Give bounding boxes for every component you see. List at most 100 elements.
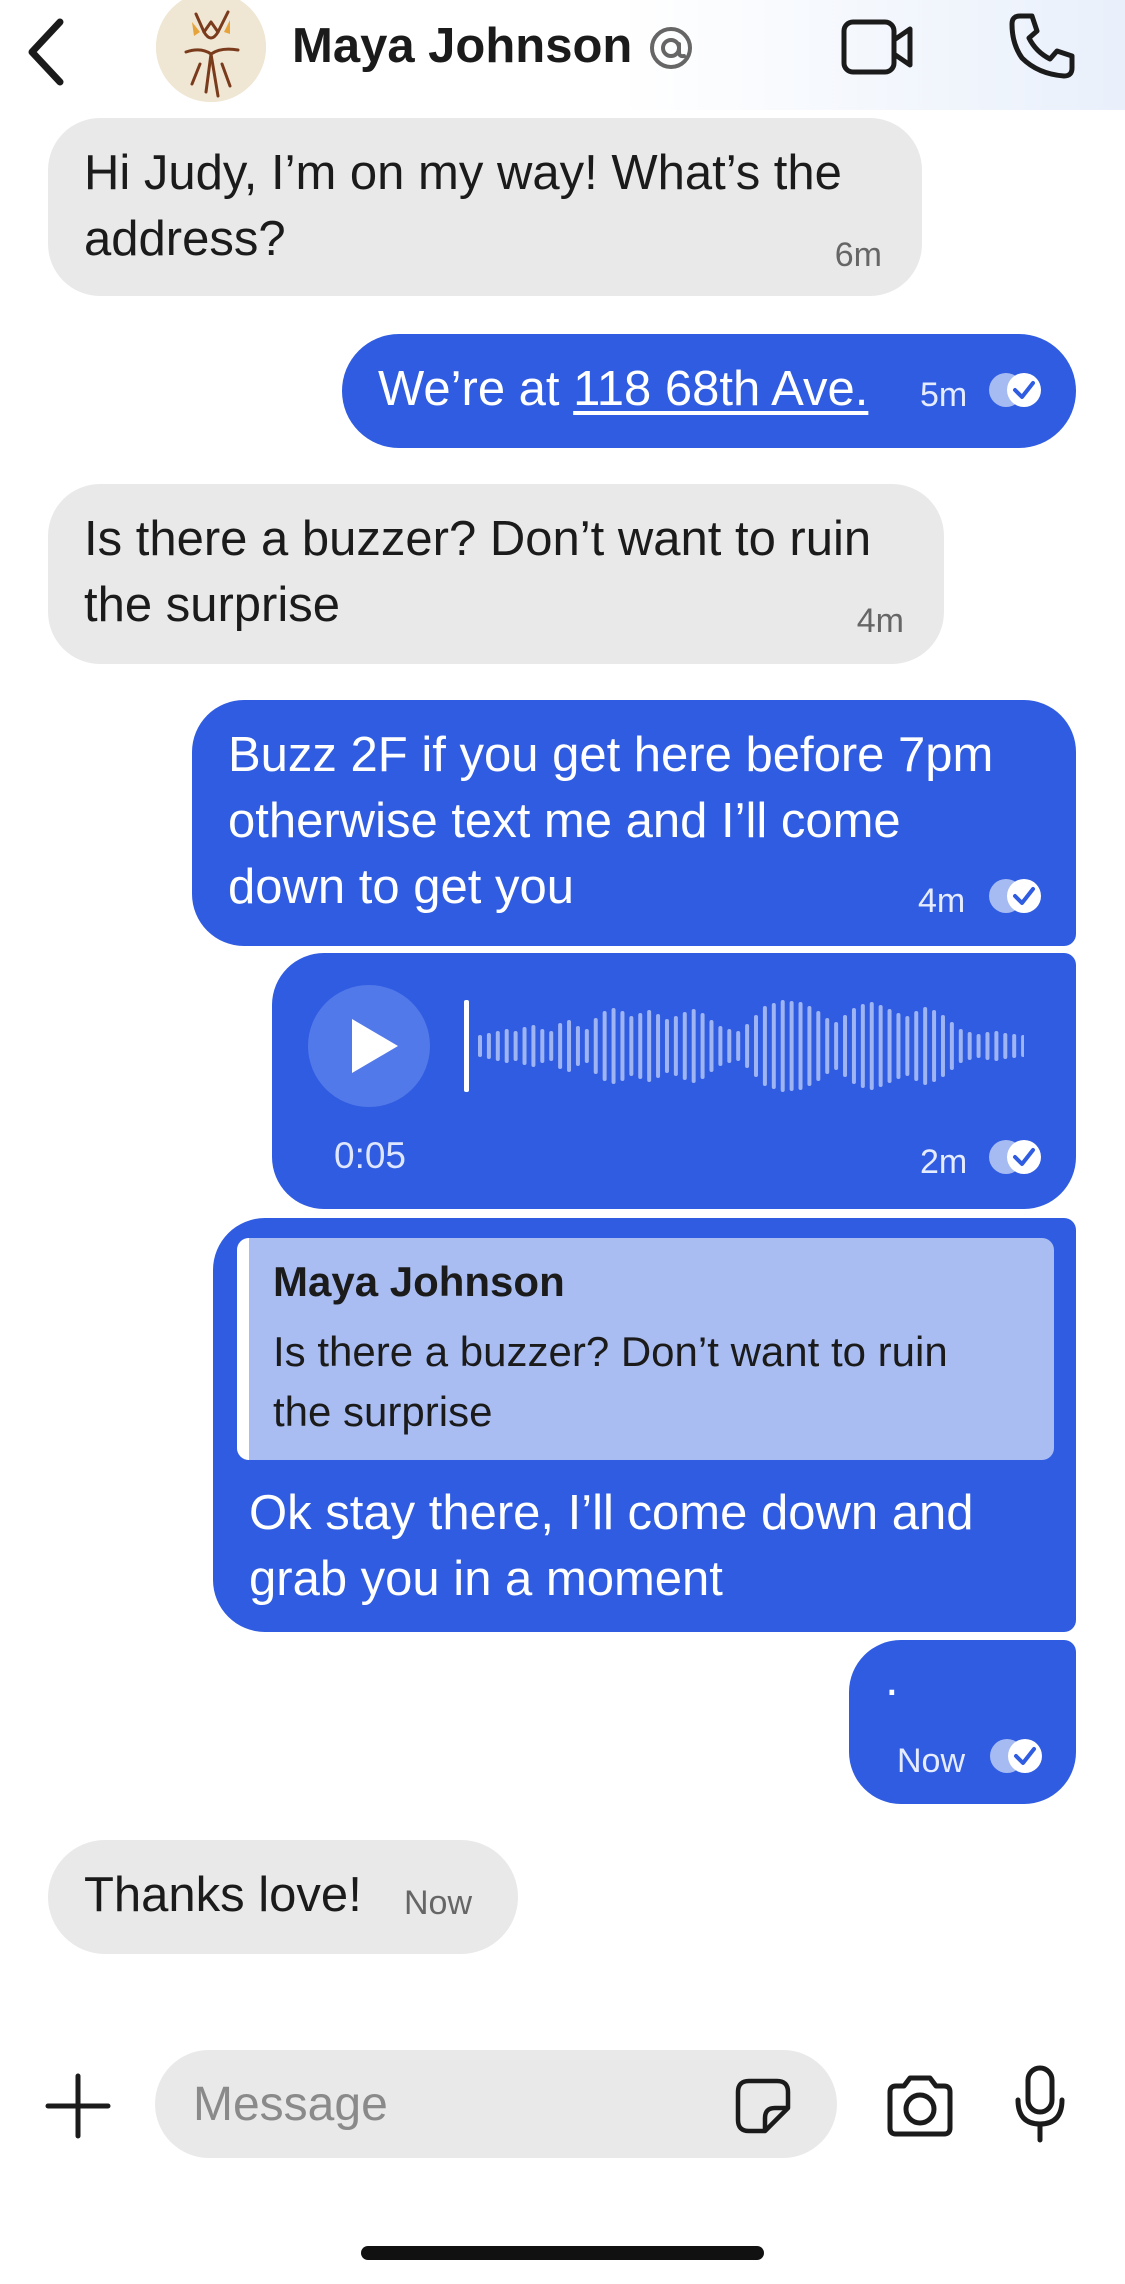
- waveform-bar: [629, 1016, 634, 1076]
- waveform-bar: [495, 1031, 500, 1061]
- waveform-bar: [771, 1003, 776, 1089]
- waveform-bar: [558, 1023, 563, 1069]
- message-time: Now: [404, 1884, 473, 1922]
- message-outgoing[interactable]: . Now: [849, 1640, 1076, 1804]
- message-text: Buzz 2F if you get here before 7pm: [228, 728, 994, 782]
- message-incoming[interactable]: Is there a buzzer? Don’t want to ruin th…: [48, 484, 944, 664]
- waveform-bar: [834, 1022, 839, 1070]
- waveform-bar: [976, 1034, 981, 1058]
- message-text: otherwise text me and I’ll come: [228, 794, 901, 848]
- message-outgoing[interactable]: Buzz 2F if you get here before 7pm other…: [192, 700, 1076, 946]
- waveform-bar: [638, 1013, 643, 1079]
- waveform-bar: [949, 1022, 954, 1070]
- waveform-bar: [620, 1011, 625, 1081]
- message-outgoing[interactable]: We’re at 118 68th Ave. 5m: [342, 334, 1076, 448]
- chat-header: Maya Johnson: [0, 0, 1125, 110]
- waveform-bar: [878, 1005, 883, 1087]
- waveform-bar: [736, 1031, 741, 1061]
- waveform-bar: [700, 1013, 705, 1079]
- waveform-bar: [745, 1024, 750, 1068]
- waveform-bar: [923, 1007, 928, 1085]
- quoted-text: the surprise: [273, 1388, 493, 1435]
- waveform-bar: [940, 1015, 945, 1077]
- waveform-bar: [1003, 1033, 1008, 1059]
- avatar[interactable]: [156, 0, 266, 102]
- waveform-bar: [994, 1031, 999, 1061]
- waveform-bar: [513, 1031, 518, 1061]
- quote-bar: [237, 1238, 249, 1460]
- waveform-bar: [486, 1033, 491, 1059]
- audio-waveform[interactable]: [464, 996, 1024, 1096]
- waveform-bar: [522, 1027, 527, 1065]
- waveform-bar: [647, 1010, 652, 1082]
- at-sign-icon: [650, 27, 692, 69]
- message-time: 6m: [834, 236, 882, 274]
- message-text: grab you in a moment: [249, 1552, 723, 1606]
- chevron-left-icon[interactable]: [18, 8, 78, 88]
- phone-icon[interactable]: [1006, 10, 1078, 82]
- video-camera-icon[interactable]: [840, 14, 916, 80]
- message-incoming[interactable]: Hi Judy, I’m on my way! What’s the addre…: [48, 118, 922, 296]
- play-button[interactable]: [308, 985, 430, 1107]
- waveform-bar: [914, 1011, 919, 1081]
- waveform-bar: [851, 1008, 856, 1084]
- waveform-bar: [843, 1015, 848, 1077]
- message-text: Hi Judy, I’m on my way! What’s the: [84, 146, 842, 200]
- message-input[interactable]: [193, 2074, 693, 2134]
- waveform-bar: [504, 1029, 509, 1063]
- quoted-message[interactable]: Maya Johnson Is there a buzzer? Don’t wa…: [237, 1238, 1054, 1460]
- waveform-bar: [718, 1026, 723, 1066]
- message-time: 5m: [920, 376, 968, 414]
- waveform-bar: [896, 1013, 901, 1079]
- quoted-sender: Maya Johnson: [273, 1258, 565, 1305]
- waveform-bar: [762, 1006, 767, 1086]
- message-text: .: [885, 1652, 899, 1706]
- waveform-bar: [691, 1009, 696, 1083]
- waveform-bar: [958, 1029, 963, 1063]
- read-receipt-icon: [989, 879, 1041, 913]
- play-icon: [352, 1019, 398, 1073]
- message-time: 4m: [856, 602, 904, 640]
- waveform-bar: [798, 1002, 803, 1090]
- read-receipt-icon: [990, 1739, 1042, 1773]
- waveform-bar: [1012, 1034, 1017, 1058]
- waveform-bar: [869, 1002, 874, 1090]
- read-receipt-icon: [989, 1140, 1041, 1174]
- plus-icon[interactable]: [44, 2072, 112, 2140]
- waveform-bar: [584, 1029, 589, 1063]
- message-text: Thanks love!: [84, 1868, 362, 1922]
- voice-duration: 0:05: [334, 1135, 407, 1176]
- waveform-bar: [967, 1032, 972, 1060]
- waveform-bar: [985, 1032, 990, 1060]
- waveform-bar: [593, 1018, 598, 1074]
- sticker-icon[interactable]: [733, 2076, 793, 2136]
- waveform-bar: [611, 1008, 616, 1084]
- waveform-bar: [575, 1026, 580, 1066]
- message-time: Now: [897, 1742, 966, 1780]
- waveform-bar: [531, 1025, 536, 1067]
- microphone-icon[interactable]: [1012, 2064, 1068, 2144]
- waveform-bar: [789, 1001, 794, 1091]
- address-link[interactable]: 118 68th Ave.: [573, 362, 868, 416]
- waveform-bar: [825, 1018, 830, 1074]
- message-text-prefix: We’re at: [378, 362, 574, 416]
- waveform-bar: [905, 1016, 910, 1076]
- waveform-bar: [664, 1019, 669, 1073]
- message-text: Ok stay there, I’ll come down and: [249, 1486, 974, 1540]
- message-incoming[interactable]: Thanks love! Now: [48, 1840, 518, 1954]
- waveform-bar: [709, 1020, 714, 1072]
- contact-name[interactable]: Maya Johnson: [292, 18, 632, 74]
- home-indicator: [361, 2246, 764, 2260]
- message-text: down to get you: [228, 860, 574, 914]
- quoted-text: Is there a buzzer? Don’t want to ruin: [273, 1328, 948, 1375]
- waveform-bar: [816, 1011, 821, 1081]
- waveform-bar: [567, 1020, 572, 1072]
- waveform-bar: [727, 1029, 732, 1063]
- message-text: address?: [84, 212, 286, 266]
- camera-icon[interactable]: [884, 2072, 956, 2140]
- waveform-bar: [602, 1011, 607, 1081]
- message-time: 2m: [920, 1143, 968, 1181]
- message-text: We’re at 118 68th Ave.: [378, 356, 868, 422]
- read-receipt-icon: [989, 373, 1041, 407]
- waveform-bar: [673, 1016, 678, 1076]
